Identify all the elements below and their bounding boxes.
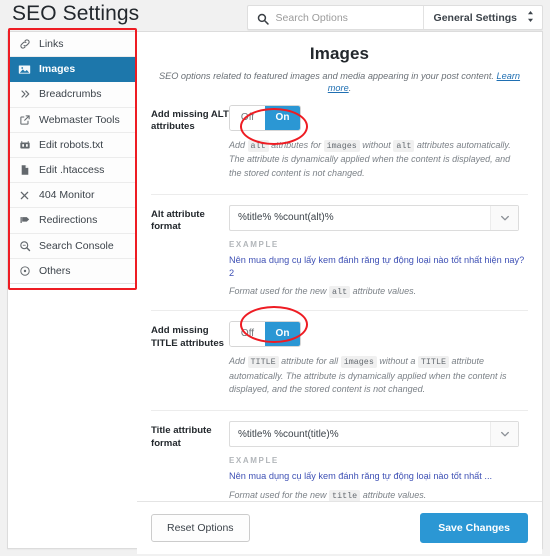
section-title: Images: [309, 44, 370, 63]
chevron-down-icon[interactable]: [490, 422, 518, 447]
reset-options-button[interactable]: Reset Options: [151, 514, 250, 543]
row-label: Add missing ALT attributes: [151, 108, 229, 133]
close-x-icon: [18, 189, 31, 202]
topbar-controls: General Settings: [246, 5, 543, 30]
title-format-example: Nên mua dụng cụ lấy kem đánh răng tự độn…: [229, 471, 493, 482]
sidebar-item-label: Links: [39, 38, 64, 51]
row-field: Off On Add TITLE attribute for all image…: [229, 321, 528, 397]
app-root: SEO Settings General Settings: [0, 0, 550, 556]
section-header: Images SEO options related to featured i…: [137, 32, 542, 95]
link-icon: [18, 38, 31, 51]
sidebar-item-webmaster-tools[interactable]: Webmaster Tools: [8, 107, 136, 133]
sidebar-item-label: Webmaster Tools: [39, 113, 120, 126]
circle-dot-icon: [18, 264, 31, 277]
example-label: EXAMPLE: [229, 456, 279, 466]
title-format-value[interactable]: %title% %count(title)%: [230, 422, 490, 446]
alt-format-value[interactable]: %title% %count(alt)%: [230, 206, 490, 230]
save-changes-button[interactable]: Save Changes: [420, 513, 528, 544]
section-description-text: SEO options related to featured images a…: [158, 71, 497, 81]
sidebar-item-label: Images: [39, 63, 76, 76]
sidebar-item-search-console[interactable]: Search Console: [8, 233, 136, 259]
sidebar-item-links[interactable]: Links: [8, 32, 136, 58]
section-description: SEO options related to featured images a…: [151, 70, 528, 95]
search-box[interactable]: [248, 6, 423, 29]
toggle-off-option[interactable]: Off: [230, 322, 265, 347]
chevron-double-right-icon: [18, 88, 31, 101]
sidebar-item-breadcrumbs[interactable]: Breadcrumbs: [8, 82, 136, 108]
alt-format-select[interactable]: %title% %count(alt)%: [229, 204, 519, 231]
title-toggle-help-text: Add TITLE attribute for all images witho…: [229, 356, 507, 395]
alt-attributes-toggle[interactable]: Off On: [229, 104, 301, 131]
search-icon: [257, 12, 269, 25]
settings-main-panel: Images SEO options related to featured i…: [137, 32, 542, 555]
sidebar-item-edit-robots-txt[interactable]: Edit robots.txt: [8, 132, 136, 158]
settings-scope-dropdown[interactable]: General Settings: [422, 6, 542, 29]
title-format-note: Format used for the new title attribute …: [229, 490, 427, 503]
sidebar-item-edit-htaccess[interactable]: Edit .htaccess: [8, 157, 136, 184]
row-field: %title% %count(title)% EXAMPLE Nên mua d…: [229, 421, 528, 503]
sidebar-item-label: Search Console: [39, 239, 114, 252]
settings-footer: Reset Options Save Changes: [137, 501, 542, 555]
sidebar-item-404-monitor[interactable]: 404 Monitor: [8, 183, 136, 209]
row-title-attribute-format: Title attribute format %title% %count(ti…: [137, 411, 542, 503]
sidebar-item-label: 404 Monitor: [39, 189, 95, 202]
row-field: %title% %count(alt)% EXAMPLE Nên mua dụn…: [229, 204, 528, 299]
row-add-missing-alt: Add missing ALT attributes Off On Add al…: [137, 95, 542, 181]
search-input[interactable]: [275, 11, 415, 24]
external-link-icon: [18, 113, 31, 126]
robot-icon: [18, 138, 31, 151]
row-label: Alt attribute format: [151, 208, 205, 233]
toggle-on-option[interactable]: On: [265, 105, 300, 130]
file-icon: [18, 164, 31, 177]
settings-body: Images SEO options related to featured i…: [137, 32, 542, 503]
alt-toggle-help-text: Add alt attributes for images without al…: [229, 139, 511, 178]
sidebar-item-label: Edit robots.txt: [39, 138, 104, 151]
image-icon: [18, 63, 31, 76]
example-label: EXAMPLE: [229, 239, 279, 249]
title-attributes-toggle[interactable]: Off On: [229, 321, 301, 348]
alt-format-example: Nên mua dụng cụ lấy kem đánh răng tự độn…: [229, 254, 525, 278]
toggle-off-option[interactable]: Off: [230, 105, 265, 130]
row-label: Add missing TITLE attributes: [151, 325, 225, 349]
toggle-on-option[interactable]: On: [265, 322, 300, 347]
row-alt-attribute-format: Alt attribute format %title% %count(alt)…: [137, 195, 542, 299]
row-field: Off On Add alt attributes for images wit…: [229, 104, 528, 181]
sidebar-item-redirections[interactable]: Redirections: [8, 208, 136, 234]
sidebar-item-label: Breadcrumbs: [39, 88, 102, 101]
flag-arrow-icon: [18, 214, 31, 227]
row-add-missing-title: Add missing TITLE attributes Off On Add …: [137, 311, 542, 397]
magnifier-icon: [18, 239, 31, 252]
page-title: SEO Settings: [12, 2, 140, 25]
row-label: Title attribute format: [151, 425, 212, 449]
alt-format-note: Format used for the new alt attribute va…: [229, 286, 417, 299]
sidebar-item-images[interactable]: Images: [8, 57, 136, 83]
sidebar-item-label: Redirections: [39, 214, 98, 227]
up-down-arrow-icon: [527, 11, 534, 24]
content-frame: Links Images Breadcrumbs Webmaster Tools…: [7, 31, 543, 555]
sidebar-item-label: Edit .htaccess: [39, 164, 105, 177]
settings-scope-label: General Settings: [433, 11, 517, 24]
sidebar-item-others[interactable]: Others: [8, 258, 136, 284]
settings-sidebar: Links Images Breadcrumbs Webmaster Tools…: [8, 32, 137, 284]
title-format-select[interactable]: %title% %count(title)%: [229, 421, 519, 448]
sidebar-item-label: Others: [39, 264, 71, 277]
chevron-down-icon[interactable]: [490, 205, 518, 230]
section-description-end: .: [348, 83, 352, 94]
